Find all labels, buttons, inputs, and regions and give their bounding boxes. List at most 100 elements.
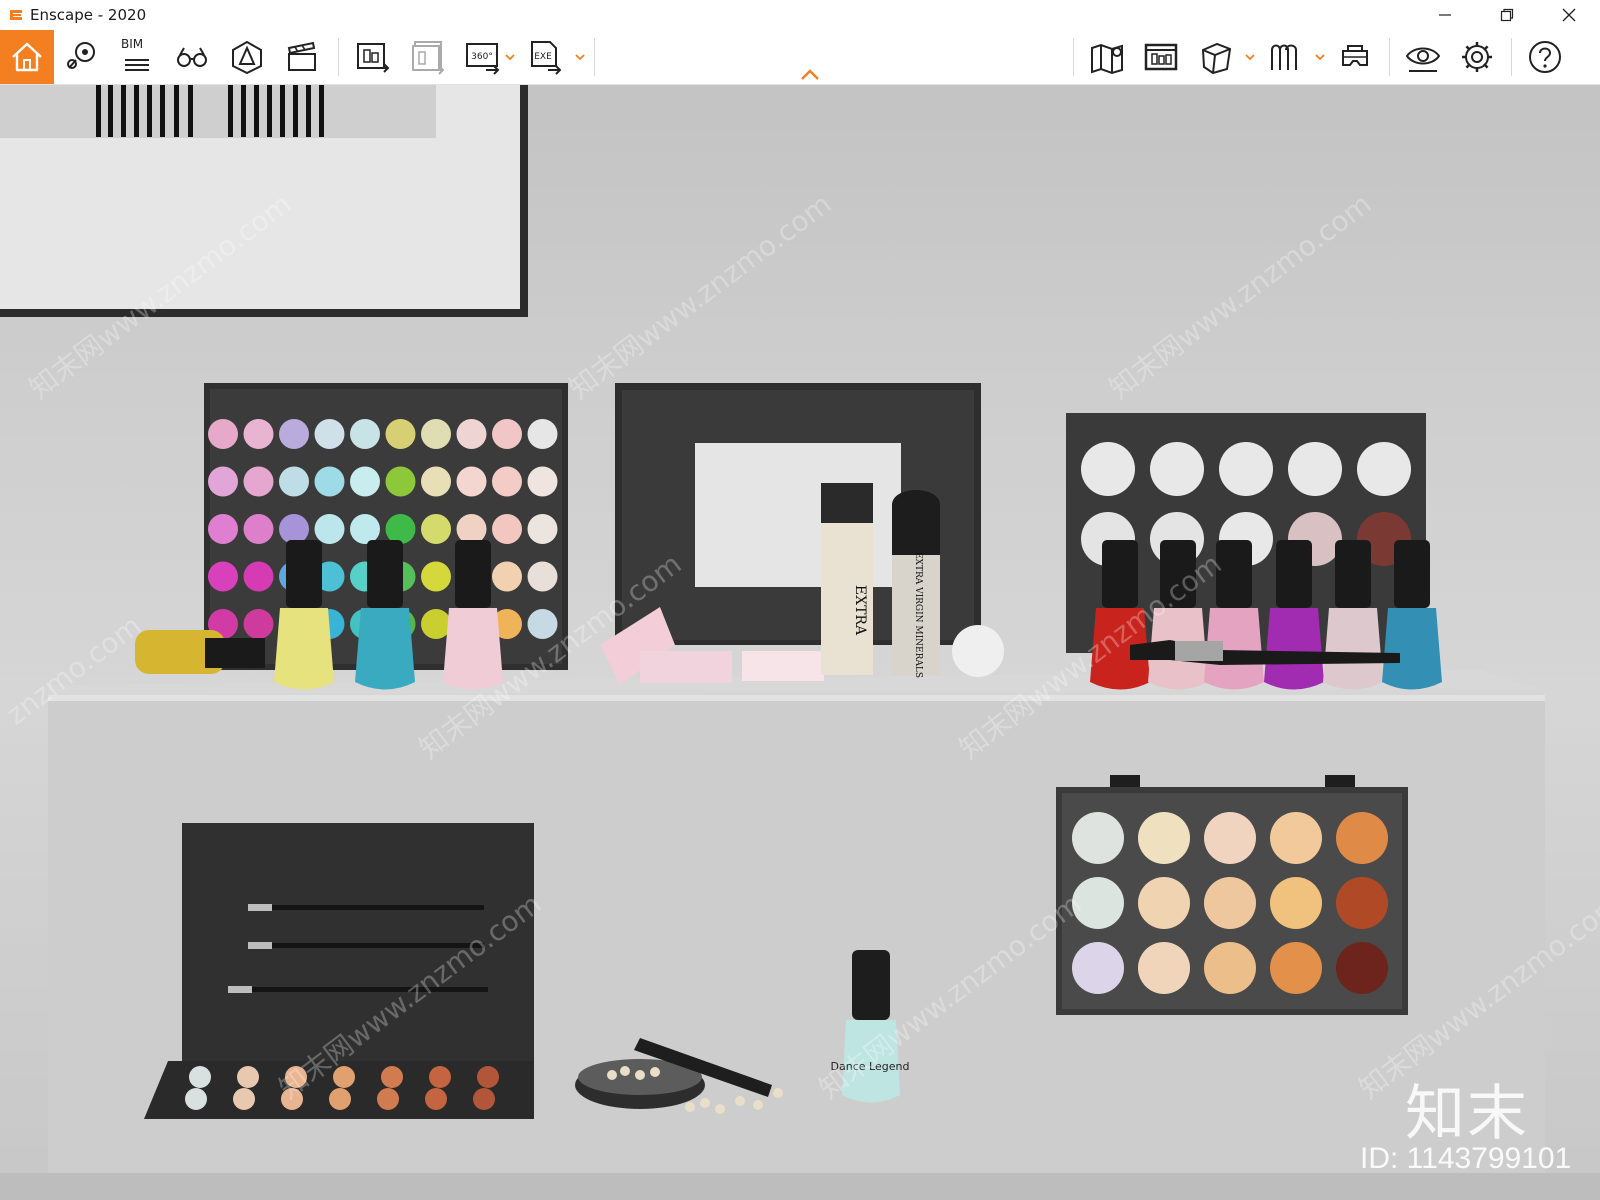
eyeshadow-pan xyxy=(421,466,451,497)
eyeshadow-pan xyxy=(421,514,451,544)
home-button[interactable] xyxy=(0,30,54,84)
eyeshadow-pan xyxy=(527,466,558,497)
eyeshadow-pan xyxy=(243,609,274,639)
window-title: Enscape - 2020 xyxy=(30,6,147,24)
eyeshadow-pan xyxy=(429,1066,451,1088)
export-exe-button[interactable]: EXE xyxy=(518,30,572,84)
image-id-label: ID: 1143799101 xyxy=(1360,1142,1572,1175)
eyeshadow-pan xyxy=(425,1088,447,1110)
eyeshadow-pan xyxy=(492,514,522,544)
minimap-button[interactable] xyxy=(1080,30,1134,84)
video-editor-button[interactable] xyxy=(275,30,329,84)
concealer-pan xyxy=(1138,877,1190,929)
home-icon xyxy=(12,42,42,72)
bim-button[interactable] xyxy=(110,30,164,84)
eyeshadow-pan xyxy=(492,419,522,449)
brush-case xyxy=(144,823,534,1119)
concealer-pan xyxy=(1270,942,1322,994)
eyeshadow-pan xyxy=(477,1066,499,1088)
close-button[interactable] xyxy=(1538,0,1600,30)
panorama-360-button[interactable]: 360° xyxy=(456,30,510,84)
panorama-360-icon: 360° xyxy=(466,43,500,75)
settings-icon xyxy=(1462,42,1492,72)
eyeshadow-pan xyxy=(456,466,487,497)
eyeshadow-pan xyxy=(492,466,522,497)
toolbar-separator xyxy=(594,38,595,76)
collaborative-annotation-icon xyxy=(1271,44,1297,70)
walk-mode-button[interactable] xyxy=(165,30,219,84)
eyeshadow-pan xyxy=(189,1066,211,1088)
enscape-toolbar: BIM 360° EXE xyxy=(0,30,1600,85)
chevron-down-icon[interactable] xyxy=(503,50,517,64)
title-bar: Enscape - 2020 xyxy=(0,0,1600,30)
minimize-button[interactable] xyxy=(1414,0,1476,30)
chevron-down-icon[interactable] xyxy=(1243,50,1257,64)
eyeshadow-pan xyxy=(456,514,487,544)
eyeshadow-pan xyxy=(208,466,238,497)
eyeshadow-pan xyxy=(243,466,274,497)
eyeshadow-pan xyxy=(279,419,309,449)
eyeshadow-pan xyxy=(350,466,380,497)
batch-render-icon xyxy=(412,41,445,75)
eyeshadow-pan xyxy=(237,1066,259,1088)
eyeshadow-pan xyxy=(314,419,345,449)
chevron-down-icon[interactable] xyxy=(573,50,587,64)
batch-render-button[interactable] xyxy=(401,30,455,84)
video-editor-icon xyxy=(287,41,316,71)
help-icon xyxy=(1529,41,1561,73)
eyeshadow-pan xyxy=(456,419,487,449)
web-standalone-button[interactable] xyxy=(1134,30,1188,84)
eyeshadow-pan xyxy=(279,466,309,497)
restore-icon xyxy=(1500,8,1514,22)
collaborative-annotation-button[interactable] xyxy=(1258,30,1312,84)
eyeshadow-pan xyxy=(233,1088,255,1110)
render-viewport[interactable]: EXTRA EXTRA VIRGIN MINERALS Dance Legend… xyxy=(0,85,1600,1200)
export-model-icon xyxy=(1201,42,1232,75)
exe-label: EXE xyxy=(534,52,552,62)
powder-pan xyxy=(1357,442,1411,496)
eyeshadow-pan xyxy=(385,419,416,449)
chevron-down-icon[interactable] xyxy=(1313,50,1327,64)
walk-mode-icon xyxy=(177,47,207,67)
view-management-button[interactable] xyxy=(55,30,109,84)
eyeshadow-pan xyxy=(421,419,451,449)
eyeshadow-pan xyxy=(421,561,451,592)
export-exe-icon: EXE xyxy=(531,41,562,75)
concealer-pan xyxy=(1270,877,1322,929)
concealer-pan xyxy=(1072,942,1124,994)
panorama-label: 360° xyxy=(471,52,493,62)
vr-headset-button[interactable] xyxy=(1328,30,1382,84)
powder-pan xyxy=(1219,442,1273,496)
restore-button[interactable] xyxy=(1476,0,1538,30)
render-screenshot-button[interactable] xyxy=(346,30,400,84)
asset-library-button[interactable] xyxy=(220,30,274,84)
vr-headset-icon xyxy=(1342,45,1368,66)
eyeshadow-pan xyxy=(527,514,558,544)
eyeshadow-pan xyxy=(243,514,274,544)
powder-pan xyxy=(1288,442,1342,496)
eyeshadow-pan xyxy=(377,1088,399,1110)
settings-button[interactable] xyxy=(1450,30,1504,84)
eyeshadow-pan xyxy=(385,514,416,544)
toolbar-separator xyxy=(1389,38,1390,76)
powder-pan xyxy=(1081,442,1135,496)
export-model-button[interactable] xyxy=(1189,30,1243,84)
minimap-icon xyxy=(1091,43,1123,75)
toolbar-separator xyxy=(1073,38,1074,76)
concealer-pan xyxy=(1336,942,1388,994)
eyeshadow-pan xyxy=(185,1088,207,1110)
eyeshadow-pan xyxy=(243,419,274,449)
bim-icon xyxy=(125,59,149,71)
concealer-pan xyxy=(1204,812,1256,864)
view-management-icon xyxy=(67,42,95,69)
web-standalone-icon xyxy=(1144,43,1178,71)
visual-settings-button[interactable] xyxy=(1396,30,1450,84)
collapse-toolbar-icon[interactable] xyxy=(799,68,821,82)
eyeshadow-pan xyxy=(208,561,238,592)
powder-pan xyxy=(1150,442,1204,496)
visual-settings-icon xyxy=(1405,47,1441,72)
help-button[interactable] xyxy=(1518,30,1572,84)
eyeshadow-pan xyxy=(208,419,238,449)
concealer-pan xyxy=(1138,812,1190,864)
eyeshadow-pan xyxy=(279,514,309,544)
